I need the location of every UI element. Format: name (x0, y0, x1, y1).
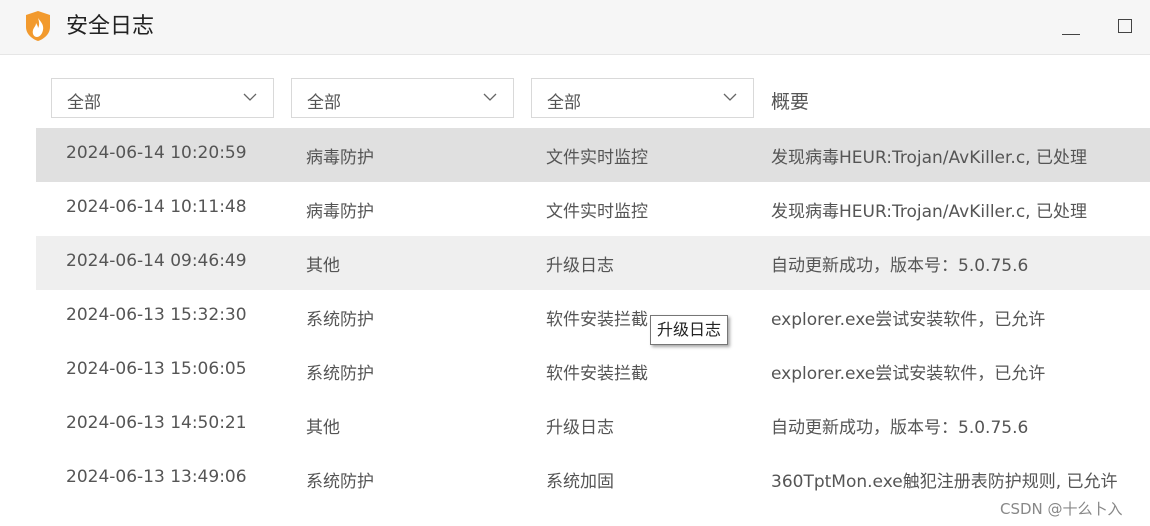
log-time: 2024-06-13 15:06:05 (66, 359, 247, 379)
watermark: CSDN @十么卜入 (1000, 500, 1123, 518)
log-row[interactable]: 2024-06-14 10:20:59 病毒防护 文件实时监控 发现病毒HEUR… (36, 128, 1150, 182)
summary-column-header: 概要 (771, 91, 810, 113)
minimize-button[interactable] (1058, 14, 1086, 42)
log-summary: 自动更新成功，版本号：5.0.75.6 (771, 418, 1029, 438)
log-summary: 发现病毒HEUR:Trojan/AvKiller.c, 已处理 (771, 202, 1087, 222)
log-source: 文件实时监控 (546, 148, 648, 168)
log-source: 软件安装拦截 (546, 364, 648, 384)
log-source: 升级日志 (546, 418, 614, 438)
chevron-down-icon (723, 93, 737, 101)
source-filter-select[interactable]: 全部 (291, 78, 514, 118)
tooltip: 升级日志 (650, 315, 729, 345)
log-summary: 360TptMon.exe触犯注册表防护规则, 已允许 (771, 472, 1118, 492)
log-source: 文件实时监控 (546, 202, 648, 222)
log-time: 2024-06-14 10:11:48 (66, 197, 247, 217)
log-time: 2024-06-14 09:46:49 (66, 251, 247, 271)
maximize-icon (1118, 19, 1132, 33)
log-row[interactable]: 2024-06-13 14:50:21 其他 升级日志 自动更新成功，版本号：5… (36, 398, 1150, 452)
log-summary: explorer.exe尝试安装软件，已允许 (771, 364, 1046, 384)
type-filter-select[interactable]: 全部 (531, 78, 754, 118)
log-category: 病毒防护 (306, 148, 374, 168)
log-summary: 自动更新成功，版本号：5.0.75.6 (771, 256, 1029, 276)
log-category: 病毒防护 (306, 202, 374, 222)
log-row[interactable]: 2024-06-13 15:06:05 系统防护 软件安装拦截 explorer… (36, 344, 1150, 398)
chevron-down-icon (483, 93, 497, 101)
minimize-icon (1062, 34, 1080, 35)
log-time: 2024-06-13 15:32:30 (66, 305, 247, 325)
maximize-button[interactable] (1112, 14, 1140, 42)
category-filter-select[interactable]: 全部 (51, 78, 274, 118)
log-row[interactable]: 2024-06-13 15:32:30 系统防护 软件安装拦截 explorer… (36, 290, 1150, 344)
title-bar: 安全日志 (0, 0, 1150, 55)
type-filter-value: 全部 (547, 93, 581, 113)
log-time: 2024-06-13 13:49:06 (66, 467, 247, 487)
log-category: 其他 (306, 256, 340, 276)
category-filter-value: 全部 (67, 93, 101, 113)
log-summary: explorer.exe尝试安装软件，已允许 (771, 310, 1046, 330)
log-row[interactable]: 2024-06-13 13:49:06 系统防护 系统加固 360TptMon.… (36, 452, 1150, 506)
filter-bar: 全部 全部 全部 概要 (36, 72, 1150, 128)
log-category: 系统防护 (306, 310, 374, 330)
log-summary: 发现病毒HEUR:Trojan/AvKiller.c, 已处理 (771, 148, 1087, 168)
log-category: 系统防护 (306, 364, 374, 384)
source-filter-value: 全部 (307, 93, 341, 113)
flame-shield-icon (26, 11, 50, 41)
chevron-down-icon (243, 93, 257, 101)
log-row[interactable]: 2024-06-14 10:11:48 病毒防护 文件实时监控 发现病毒HEUR… (36, 182, 1150, 236)
log-time: 2024-06-13 14:50:21 (66, 413, 247, 433)
log-row[interactable]: 2024-06-14 09:46:49 其他 升级日志 自动更新成功，版本号：5… (36, 236, 1150, 290)
log-source: 升级日志 (546, 256, 614, 276)
log-source: 系统加固 (546, 472, 614, 492)
log-category: 系统防护 (306, 472, 374, 492)
window-title: 安全日志 (66, 14, 155, 39)
log-source: 软件安装拦截 (546, 310, 648, 330)
log-category: 其他 (306, 418, 340, 438)
log-time: 2024-06-14 10:20:59 (66, 143, 247, 163)
